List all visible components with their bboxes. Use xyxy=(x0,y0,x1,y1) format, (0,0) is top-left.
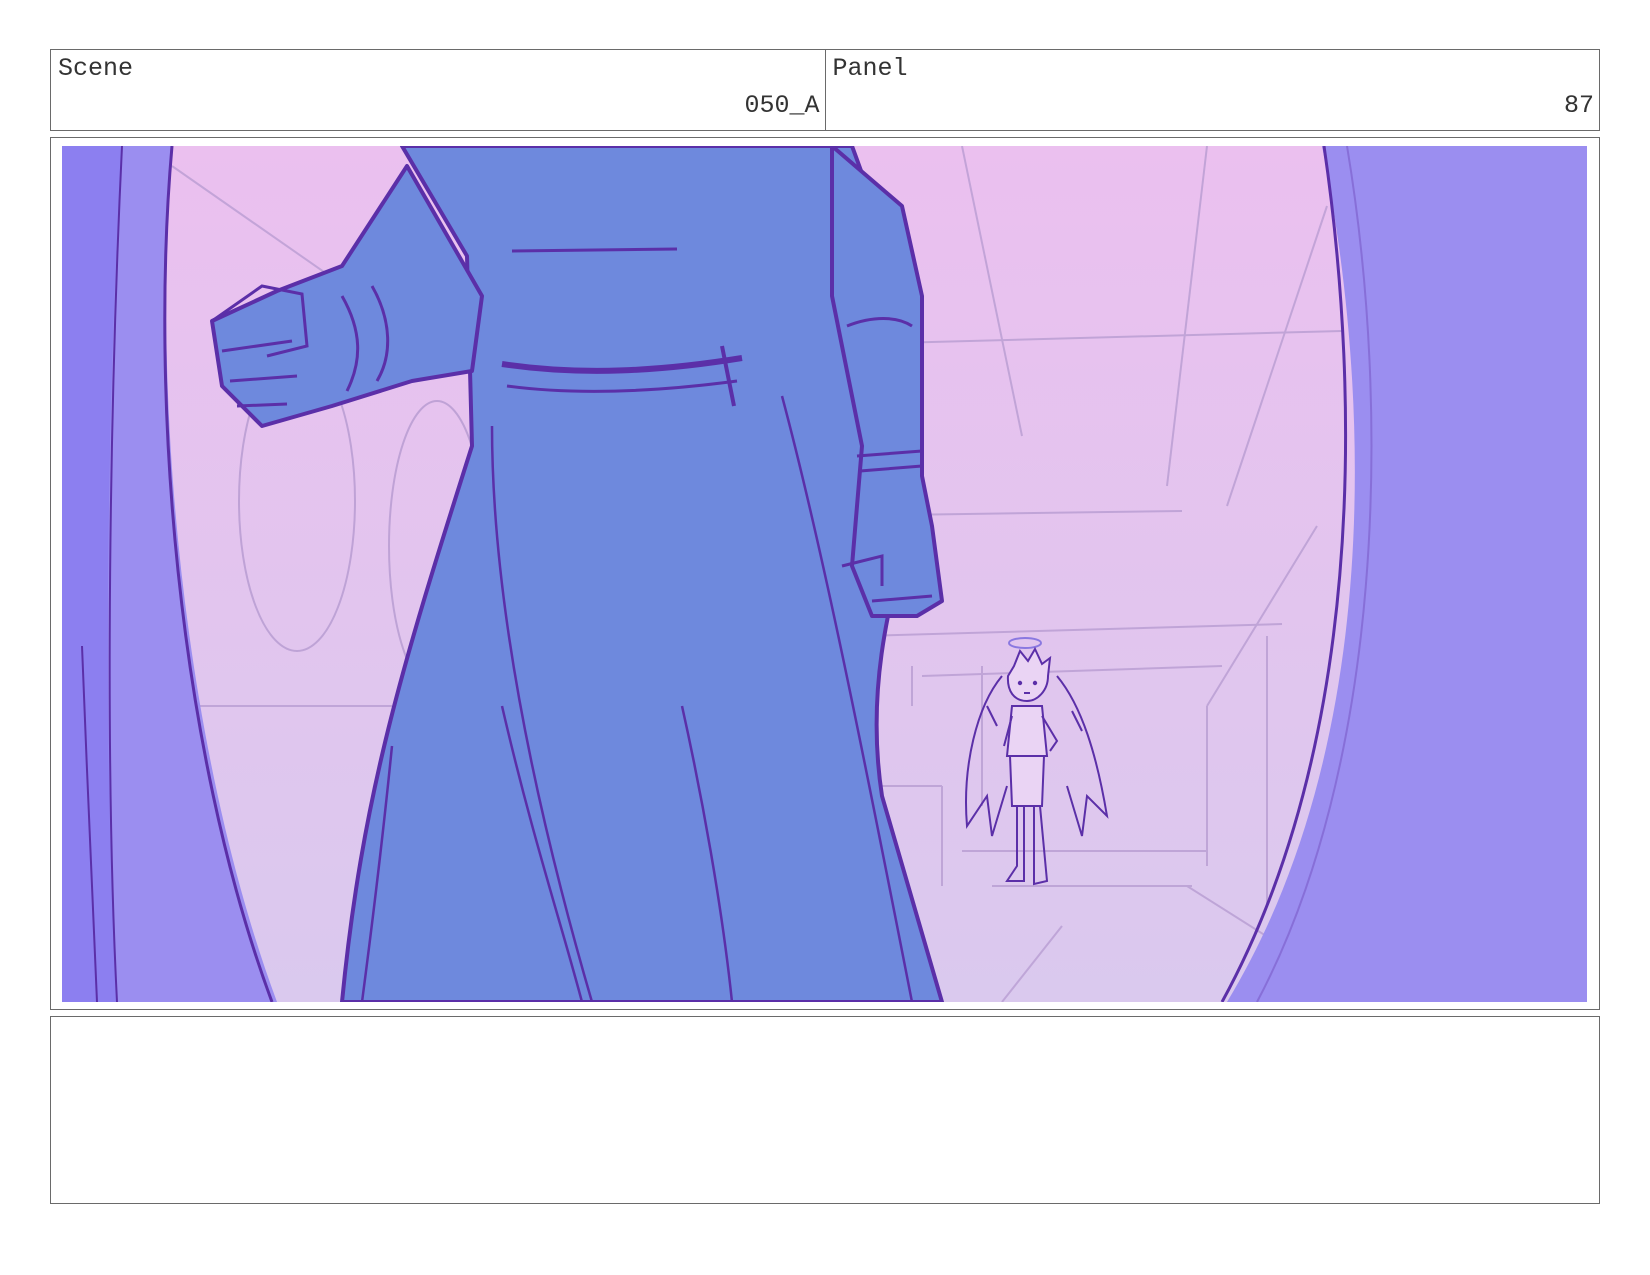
panel-label: Panel xyxy=(832,54,908,83)
panel-notes-box xyxy=(50,1016,1600,1204)
scene-value: 050_A xyxy=(744,91,820,120)
panel-cell: Panel 87 xyxy=(824,50,1600,130)
panel-number: 87 xyxy=(1563,91,1594,120)
storyboard-panel xyxy=(50,137,1600,1010)
storyboard-drawing xyxy=(62,146,1587,1002)
scene-cell: Scene 050_A xyxy=(51,50,825,130)
scene-label: Scene xyxy=(58,54,134,83)
panel-header: Scene 050_A Panel 87 xyxy=(50,49,1600,131)
